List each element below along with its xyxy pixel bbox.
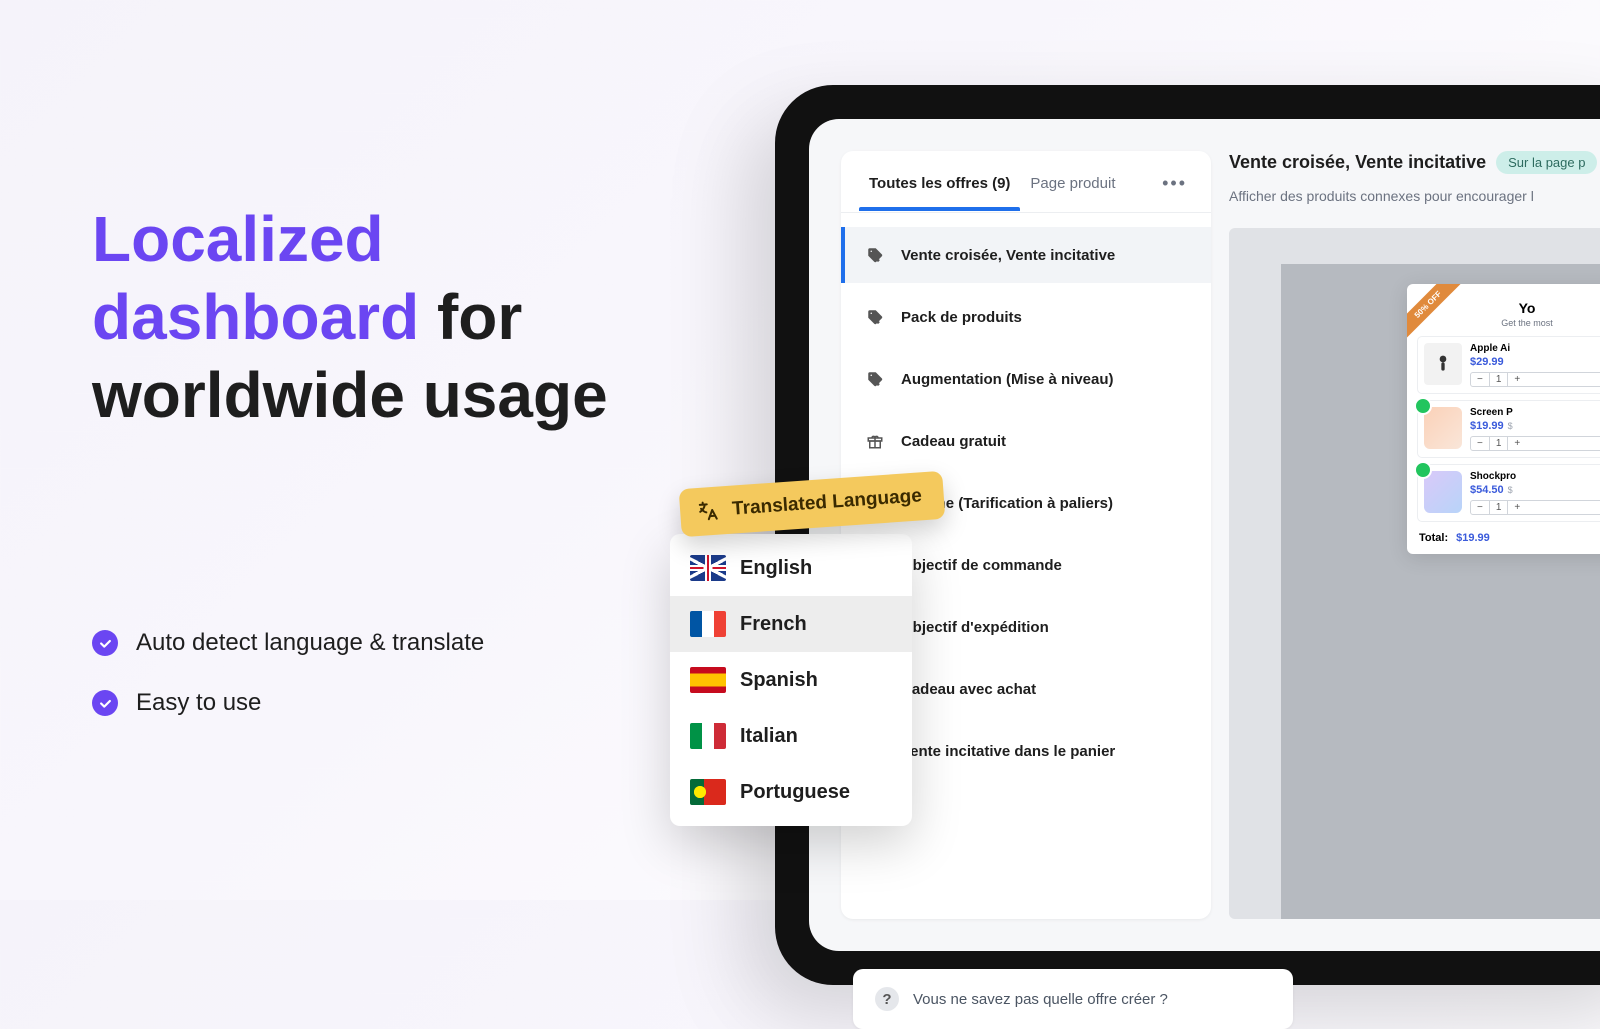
flag-uk-icon <box>690 555 726 581</box>
offer-icon <box>865 307 885 327</box>
product-name: Apple Ai <box>1470 343 1600 354</box>
offer-label: Vente croisée, Vente incitative <box>901 247 1115 264</box>
language-name: English <box>740 557 812 580</box>
language-option[interactable]: Italian <box>670 708 912 764</box>
product-info: Apple Ai $29.99 −1+ <box>1470 343 1600 387</box>
feature-item: Easy to use <box>92 689 652 717</box>
widget-product-row[interactable]: Shockpro $54.50 $ −1+ <box>1417 464 1600 522</box>
offer-icon <box>865 369 885 389</box>
total-value: $19.99 <box>1456 532 1490 544</box>
product-thumb <box>1424 471 1462 513</box>
feature-text: Auto detect language & translate <box>136 629 484 657</box>
offer-item[interactable]: Vente croisée, Vente incitative <box>841 227 1211 283</box>
flag-pt-icon <box>690 779 726 805</box>
quantity-stepper[interactable]: −1+ <box>1470 372 1600 387</box>
language-name: French <box>740 613 807 636</box>
check-icon <box>92 630 118 656</box>
translate-icon <box>695 498 721 524</box>
offer-label: Pack de produits <box>901 309 1022 326</box>
offer-item[interactable]: Augmentation (Mise à niveau) <box>841 351 1211 407</box>
widget-product-row[interactable]: Apple Ai $29.99 −1+ <box>1417 336 1600 394</box>
detail-badge: Sur la page p <box>1496 151 1597 174</box>
widget-card: 50% OFF Yo Get the most Apple Ai$29.99−1… <box>1407 284 1600 554</box>
product-thumb <box>1424 343 1462 385</box>
language-dropdown[interactable]: English French Spanish Italian Portuguese <box>670 534 912 826</box>
language-option[interactable]: Spanish <box>670 652 912 708</box>
language-option[interactable]: French <box>670 596 912 652</box>
detail-header: Vente croisée, Vente incitative Sur la p… <box>1229 151 1600 174</box>
language-name: Italian <box>740 725 798 748</box>
widget-subtitle: Get the most <box>1417 318 1600 328</box>
feature-text: Easy to use <box>136 689 261 717</box>
product-price: $29.99 <box>1470 356 1504 368</box>
feature-item: Auto detect language & translate <box>92 629 652 657</box>
detail-panel: Vente croisée, Vente incitative Sur la p… <box>1229 151 1600 919</box>
offer-label: Objectif d'expédition <box>901 619 1049 636</box>
preview-area: 50% OFF Yo Get the most Apple Ai$29.99−1… <box>1229 228 1600 919</box>
feature-list: Auto detect language & translate Easy to… <box>92 629 652 717</box>
offer-item[interactable]: Pack de produits <box>841 289 1211 345</box>
tabs: Toutes les offres (9) Page produit ••• <box>841 151 1211 213</box>
check-icon <box>92 690 118 716</box>
product-info: Screen P $19.99 $ −1+ <box>1470 407 1600 451</box>
language-name: Portuguese <box>740 781 850 804</box>
tab-all-offers[interactable]: Toutes les offres (9) <box>859 153 1020 210</box>
product-price: $19.99 <box>1470 420 1504 432</box>
quantity-stepper[interactable]: −1+ <box>1470 500 1600 515</box>
flag-it-icon <box>690 723 726 749</box>
product-oldprice: $ <box>1508 485 1513 495</box>
language-option[interactable]: Portuguese <box>670 764 912 820</box>
offer-label: Cadeau avec achat <box>901 681 1036 698</box>
tab-more-icon[interactable]: ••• <box>1156 151 1193 212</box>
detail-subtitle: Afficher des produits connexes pour enco… <box>1229 188 1600 204</box>
tag-label: Translated Language <box>731 485 922 520</box>
widget-product-row[interactable]: Screen P $19.99 $ −1+ <box>1417 400 1600 458</box>
tab-product-page[interactable]: Page produit <box>1020 153 1125 210</box>
device-screen: Toutes les offres (9) Page produit ••• V… <box>809 119 1600 951</box>
headline: Localized dashboard for worldwide usage <box>92 200 652 434</box>
product-price: $54.50 <box>1470 484 1504 496</box>
offer-label: Augmentation (Mise à niveau) <box>901 371 1114 388</box>
offer-label: Vente incitative dans le panier <box>901 743 1115 760</box>
offer-icon <box>865 431 885 451</box>
widget-title: Yo <box>1417 300 1600 316</box>
product-name: Screen P <box>1470 407 1600 418</box>
total-label: Total: <box>1419 532 1448 544</box>
widget-total: Total: $19.99 <box>1417 528 1600 544</box>
headline-accent: Localized dashboard <box>92 203 419 353</box>
offer-item[interactable]: Cadeau gratuit <box>841 413 1211 469</box>
offer-icon <box>865 245 885 265</box>
language-name: Spanish <box>740 669 818 692</box>
product-oldprice: $ <box>1508 421 1513 431</box>
product-name: Shockpro <box>1470 471 1600 482</box>
quantity-stepper[interactable]: −1+ <box>1470 436 1600 451</box>
language-option[interactable]: English <box>670 540 912 596</box>
marketing-hero: Localized dashboard for worldwide usage … <box>92 200 652 749</box>
detail-title: Vente croisée, Vente incitative <box>1229 152 1486 173</box>
product-info: Shockpro $54.50 $ −1+ <box>1470 471 1600 515</box>
flag-fr-icon <box>690 611 726 637</box>
widget-header: Yo Get the most <box>1417 294 1600 336</box>
flag-es-icon <box>690 667 726 693</box>
product-thumb <box>1424 407 1462 449</box>
offer-label: Objectif de commande <box>901 557 1062 574</box>
offer-label: Cadeau gratuit <box>901 433 1006 450</box>
